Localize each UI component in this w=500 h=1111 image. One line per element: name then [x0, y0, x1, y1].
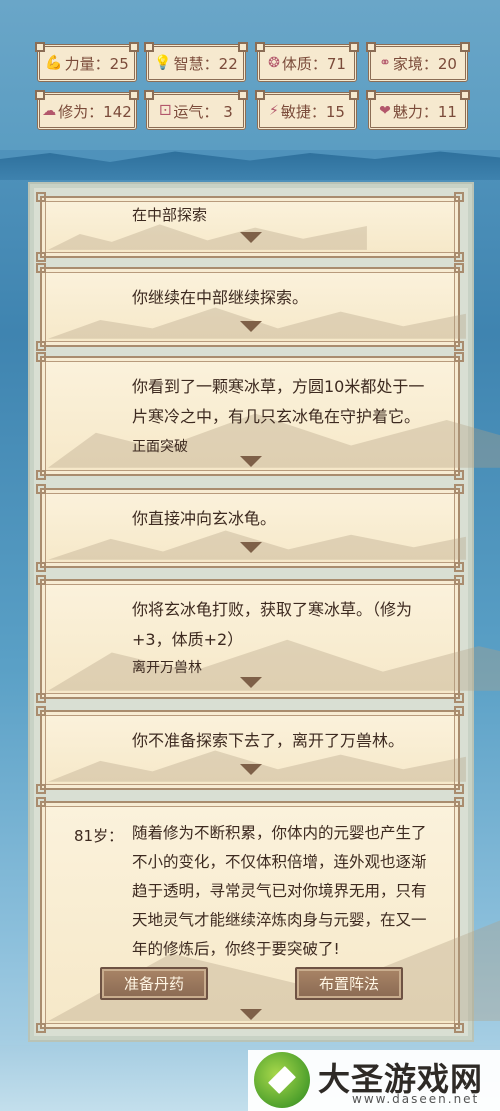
- choice-text: 离开万兽林: [132, 660, 202, 676]
- charm-heart-icon: ❤: [379, 103, 391, 119]
- event-card[interactable]: 你将玄冰龟打败，获取了寒冰草。（修为+3，体质+2） 离开万兽林: [36, 575, 500, 703]
- lightbulb-icon: 💡: [154, 55, 172, 71]
- stat-constitution: ❂ 体质：71: [255, 42, 359, 82]
- stat-luck: ⚀ 运气： 3: [144, 90, 248, 130]
- event-card[interactable]: 在中部探索: [36, 192, 464, 262]
- age-label: 81岁：: [74, 827, 124, 845]
- event-text: 你不准备探索下去了，离开了万兽林。: [132, 731, 405, 750]
- event-card[interactable]: 你看到了一颗寒冰草，方圆10米都处于一片寒冷之中，有几只玄冰龟在守护着它。 正面…: [36, 352, 500, 480]
- site-logo-icon: [254, 1052, 310, 1108]
- event-text: 你继续在中部继续探索。: [132, 288, 309, 307]
- event-text: 随着修为不断积累，你体内的元婴也产生了不小的变化，不仅体积倍增，连外观也逐渐趋于…: [132, 824, 427, 958]
- stat-family: ⚭ 家境：20: [366, 42, 470, 82]
- expand-arrow-icon[interactable]: [240, 1009, 262, 1020]
- stat-label: 智慧：22: [173, 54, 238, 73]
- event-card[interactable]: 你直接冲向玄冰龟。: [36, 484, 466, 572]
- watermark-url: www.daseen.net: [352, 1092, 480, 1106]
- expand-arrow-icon[interactable]: [240, 456, 262, 467]
- stat-label: 敏捷：15: [280, 102, 345, 121]
- stats-panel: 💪 力量：25 💡 智慧：22 ❂ 体质：71 ⚭ 家境：20 ☁ 修为：142…: [0, 0, 500, 150]
- expand-arrow-icon[interactable]: [240, 764, 262, 775]
- choice-text: 正面突破: [132, 439, 188, 455]
- expand-arrow-icon[interactable]: [240, 321, 262, 332]
- stat-label: 力量：25: [64, 54, 129, 73]
- heart-ring-icon: ❂: [268, 55, 280, 71]
- expand-arrow-icon[interactable]: [240, 232, 262, 243]
- stat-cultivation: ☁ 修为：142: [35, 90, 139, 130]
- event-card[interactable]: 你不准备探索下去了，离开了万兽林。: [36, 706, 466, 794]
- prepare-pills-button[interactable]: 准备丹药: [100, 967, 208, 1000]
- event-text: 你看到了一颗寒冰草，方圆10米都处于一片寒冷之中，有几只玄冰龟在守护着它。: [132, 377, 425, 426]
- stat-agility: ⚡ 敏捷：15: [255, 90, 359, 130]
- muscle-icon: 💪: [45, 55, 63, 71]
- stat-label: 家境：20: [392, 54, 457, 73]
- event-text: 你直接冲向玄冰龟。: [132, 509, 277, 528]
- stat-label: 体质：71: [281, 54, 346, 73]
- stat-strength: 💪 力量：25: [35, 42, 139, 82]
- ink-brush-divider: [0, 151, 500, 180]
- lightning-icon: ⚡: [269, 103, 279, 119]
- current-event-card[interactable]: 81岁： 随着修为不断积累，你体内的元婴也产生了不小的变化，不仅体积倍增，连外观…: [36, 797, 500, 1033]
- site-watermark: 大圣游戏网 www.daseen.net: [248, 1050, 500, 1111]
- stat-label: 修为：142: [58, 102, 132, 121]
- stat-label: 运气： 3: [173, 102, 233, 121]
- family-icon: ⚭: [379, 55, 391, 71]
- event-text: 你将玄冰龟打败，获取了寒冰草。（修为+3，体质+2）: [132, 600, 413, 649]
- expand-arrow-icon[interactable]: [240, 677, 262, 688]
- event-card[interactable]: 你继续在中部继续探索。: [36, 263, 466, 351]
- cloud-icon: ☁: [42, 103, 57, 119]
- stat-wisdom: 💡 智慧：22: [144, 42, 248, 82]
- dice-icon: ⚀: [159, 103, 172, 119]
- expand-arrow-icon[interactable]: [240, 542, 262, 553]
- event-text: 在中部探索: [132, 206, 208, 224]
- stat-label: 魅力：11: [392, 102, 457, 121]
- stat-charm: ❤ 魅力：11: [366, 90, 470, 130]
- set-formation-button[interactable]: 布置阵法: [295, 967, 403, 1000]
